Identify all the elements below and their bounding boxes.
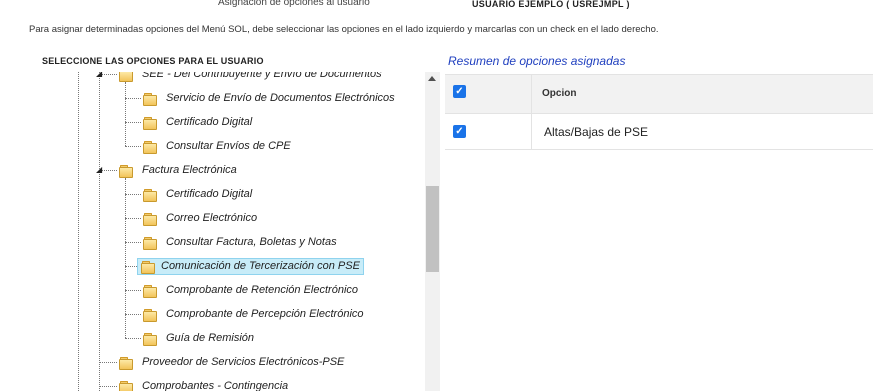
select-all-checkbox[interactable]: ✓: [453, 85, 466, 98]
folder-icon: [143, 308, 157, 322]
options-tree[interactable]: ◢ ◢ SEE - Del Contribuyente y Envío de D…: [40, 72, 440, 391]
folder-icon: [119, 164, 133, 178]
tree-guide-root: [78, 72, 79, 391]
folder-icon: [119, 380, 133, 391]
row-checkbox[interactable]: ✓: [453, 125, 466, 138]
tree-guide-level1: [99, 72, 100, 391]
tree-node-contingencia[interactable]: Comprobantes - Contingencia: [119, 376, 291, 391]
tree-scrollbar[interactable]: [425, 72, 440, 391]
user-label: USUARIO EJEMPLO ( USREJMPL ): [472, 0, 630, 9]
tree-node-comunicacion-tercerizacion[interactable]: Comunicación de Tercerización con PSE: [137, 256, 364, 276]
page-title: Asignación de opciones al usuario: [218, 0, 370, 8]
right-panel-title: Resumen de opciones asignadas: [448, 54, 626, 68]
tree-node-correo-electronico[interactable]: Correo Electrónico: [143, 208, 260, 228]
folder-icon: [119, 356, 133, 370]
tree-node-pse[interactable]: Proveedor de Servicios Electrónicos-PSE: [119, 352, 347, 372]
tree-node-factura-electronica[interactable]: Factura Electrónica: [119, 160, 240, 180]
tree-guide-see: [125, 82, 126, 146]
tree-node-guia-remision[interactable]: Guía de Remisión: [143, 328, 257, 348]
scroll-up-arrow-icon[interactable]: [428, 76, 436, 81]
tree-node-comprobante-percepcion[interactable]: Comprobante de Percepción Electrónico: [143, 304, 367, 324]
tree-node-see[interactable]: SEE - Del Contribuyente y Envío de Docum…: [119, 72, 385, 84]
folder-icon: [143, 284, 157, 298]
table-row: ✓ Altas/Bajas de PSE: [445, 114, 873, 150]
tree-node-consultar-envios[interactable]: Consultar Envíos de CPE: [143, 136, 294, 156]
tree-node-certificado-digital[interactable]: Certificado Digital: [143, 112, 255, 132]
expand-toggle-factura[interactable]: ◢: [96, 166, 104, 174]
folder-icon: [143, 236, 157, 250]
folder-icon: [143, 116, 157, 130]
selected-node-highlight: Comunicación de Tercerización con PSE: [137, 257, 364, 275]
folder-icon: [143, 140, 157, 154]
instructions-text: Para asignar determinadas opciones del M…: [29, 24, 659, 35]
grid-header-row: ✓ Opcion: [445, 74, 873, 114]
folder-icon: [143, 332, 157, 346]
folder-icon: [143, 212, 157, 226]
folder-icon: [119, 72, 133, 82]
tree-node-consultar-factura[interactable]: Consultar Factura, Boletas y Notas: [143, 232, 340, 252]
column-header-opcion: Opcion: [542, 88, 577, 99]
folder-icon: [141, 260, 155, 274]
expand-toggle-see[interactable]: ◢: [96, 72, 104, 78]
folder-icon: [143, 92, 157, 106]
assigned-options-grid: ✓ Opcion ✓ Altas/Bajas de PSE: [445, 74, 873, 150]
folder-icon: [143, 188, 157, 202]
row-option-label: Altas/Bajas de PSE: [544, 125, 649, 139]
tree-node-comprobante-retencion[interactable]: Comprobante de Retención Electrónico: [143, 280, 361, 300]
tree-node-certificado-digital-fe[interactable]: Certificado Digital: [143, 184, 255, 204]
tree-node-servicio-envio[interactable]: Servicio de Envío de Documentos Electrón…: [143, 88, 398, 108]
left-panel-title: SELECCIONE LAS OPCIONES PARA EL USUARIO: [42, 56, 264, 66]
scroll-thumb[interactable]: [426, 186, 439, 272]
